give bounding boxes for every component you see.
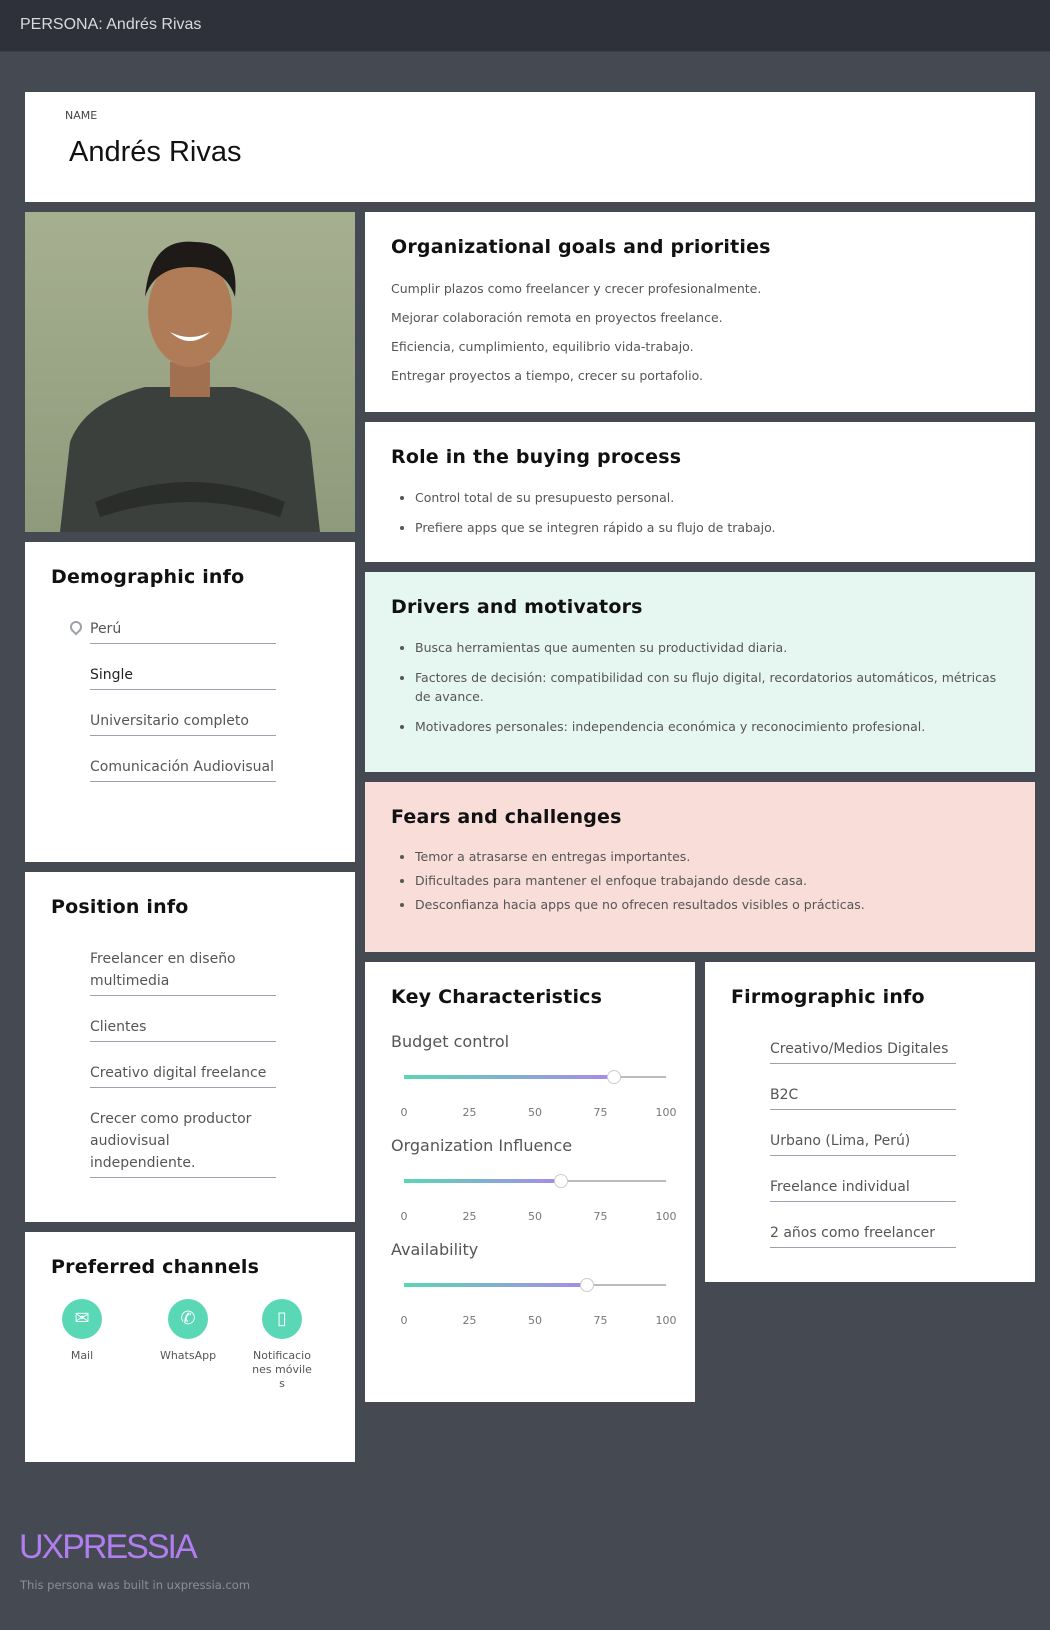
field-of-study: Comunicación Audiovisual: [90, 752, 276, 782]
position-card: Position info Freelancer en diseño multi…: [25, 872, 355, 1222]
slider-fill: [404, 1283, 588, 1287]
role-title: Role in the buying process: [391, 446, 682, 468]
slider-fill: [404, 1179, 562, 1183]
driver-item: Motivadores personales: independencia ec…: [415, 717, 1001, 736]
channels-title: Preferred channels: [51, 1256, 260, 1278]
mail-icon: ✉: [62, 1299, 102, 1339]
channel-mobile: ▯ Notificaciones móviles: [250, 1299, 314, 1391]
uxpressia-logo[interactable]: UXPRESSIA: [19, 1528, 198, 1567]
tick-label: 75: [593, 1314, 608, 1327]
slider-thumb[interactable]: [580, 1278, 595, 1292]
tick-label: 0: [400, 1210, 408, 1223]
department-field: Creativo digital freelance: [90, 1058, 276, 1088]
tick-label: 0: [400, 1106, 408, 1119]
driver-item: Factores de decisión: compatibilidad con…: [415, 668, 1001, 706]
persona-photo: [25, 212, 355, 532]
tick-label: 100: [655, 1210, 677, 1223]
fear-item: Dificultades para mantener el enfoque tr…: [415, 872, 1001, 890]
tick-label: 75: [593, 1106, 608, 1119]
demographic-title: Demographic info: [51, 566, 245, 588]
industry-field: Creativo/Medios Digitales: [770, 1034, 956, 1064]
key-characteristics-card: Key Characteristics Budget control 0 25 50…: [365, 962, 695, 1402]
goals-title: Organizational goals and priorities: [391, 236, 771, 258]
mobile-phone-icon: ▯: [262, 1299, 302, 1339]
slider-track[interactable]: [404, 1278, 666, 1292]
location-pin-icon: [67, 618, 85, 636]
tick-label: 25: [462, 1314, 477, 1327]
tick-label: 0: [400, 1314, 408, 1327]
demographic-card: Demographic info Perú Single Universitar…: [25, 542, 355, 862]
slider-fill: [404, 1075, 614, 1079]
reports-to-field: Clientes: [90, 1012, 276, 1042]
footer-text: This persona was built in uxpressia.com: [20, 1578, 251, 1592]
tick-label: 50: [528, 1106, 542, 1119]
education-field: Universitario completo: [90, 706, 276, 736]
channel-whatsapp: ✆ WhatsApp: [143, 1299, 233, 1363]
channel-mail: ✉ Mail: [37, 1299, 127, 1363]
slider-thumb[interactable]: [606, 1070, 621, 1084]
channels-card: Preferred channels ✉ Mail ✆ WhatsApp ▯ Noti…: [25, 1232, 355, 1462]
whatsapp-icon: ✆: [168, 1299, 208, 1339]
tick-label: 50: [528, 1210, 542, 1223]
experience-field: 2 años como freelancer: [770, 1218, 956, 1248]
slider-track[interactable]: [404, 1174, 666, 1188]
fears-card: Fears and challenges Temor a atrasarse e…: [365, 782, 1035, 952]
company-size-field: Freelance individual: [770, 1172, 956, 1202]
page-title: PERSONA: Andrés Rivas: [20, 16, 202, 33]
slider-track[interactable]: [404, 1070, 666, 1084]
driver-item: Busca herramientas que aumenten su produ…: [415, 638, 1001, 657]
key-title: Key Characteristics: [391, 986, 603, 1008]
name-label: NAME: [65, 109, 98, 122]
fears-title: Fears and challenges: [391, 806, 622, 828]
slider-budget-control: Budget control 0 25 50 75 100: [391, 1032, 681, 1119]
career-goal-field: Crecer como productor audiovisual indepe…: [90, 1104, 276, 1178]
goal-item: Eficiencia, cumplimiento, equilibrio vid…: [391, 339, 694, 354]
tick-label: 75: [593, 1210, 608, 1223]
role-item: Prefiere apps que se integren rápido a s…: [415, 518, 1001, 537]
goal-item: Entregar proyectos a tiempo, crecer su p…: [391, 368, 704, 383]
drivers-title: Drivers and motivators: [391, 596, 643, 618]
name-card: NAME Andrés Rivas: [25, 92, 1035, 202]
position-title: Position info: [51, 896, 189, 918]
person-photo-illustration: [60, 241, 320, 532]
goal-item: Mejorar colaboración remota en proyectos…: [391, 310, 723, 325]
tick-label: 25: [462, 1106, 477, 1119]
tick-label: 100: [655, 1314, 677, 1327]
tick-label: 25: [462, 1210, 477, 1223]
fear-item: Desconfianza hacia apps que no ofrecen r…: [415, 896, 1001, 914]
slider-label: Organization Influence: [391, 1136, 573, 1155]
tick-label: 50: [528, 1314, 542, 1327]
market-field: B2C: [770, 1080, 956, 1110]
slider-label: Availability: [391, 1240, 479, 1259]
tick-label: 100: [655, 1106, 677, 1119]
slider-thumb[interactable]: [554, 1174, 569, 1188]
drivers-card: Drivers and motivators Busca herramienta…: [365, 572, 1035, 772]
fear-item: Temor a atrasarse en entregas importante…: [415, 848, 1001, 866]
slider-availability: Availability 0 25 50 75 100: [391, 1240, 681, 1327]
marital-status-field: Single: [90, 660, 276, 690]
role-item: Control total de su presupuesto personal…: [415, 488, 1001, 507]
top-bar: PERSONA: Andrés Rivas: [0, 0, 1050, 52]
firmographic-card: Firmographic info Creativo/Medios Digita…: [705, 962, 1035, 1282]
location-field: Urbano (Lima, Perú): [770, 1126, 956, 1156]
firmographic-title: Firmographic info: [731, 986, 925, 1008]
persona-name: Andrés Rivas: [69, 136, 242, 168]
slider-organization-influence: Organization Influence 0 25 50 75 100: [391, 1136, 681, 1223]
slider-label: Budget control: [391, 1032, 510, 1051]
role-card: Role in the buying process Control total…: [365, 422, 1035, 562]
location-field: Perú: [67, 614, 276, 644]
job-title-field: Freelancer en diseño multimedia: [90, 944, 276, 996]
goals-card: Organizational goals and priorities Cump…: [365, 212, 1035, 412]
goal-item: Cumplir plazos como freelancer y crecer …: [391, 281, 762, 296]
